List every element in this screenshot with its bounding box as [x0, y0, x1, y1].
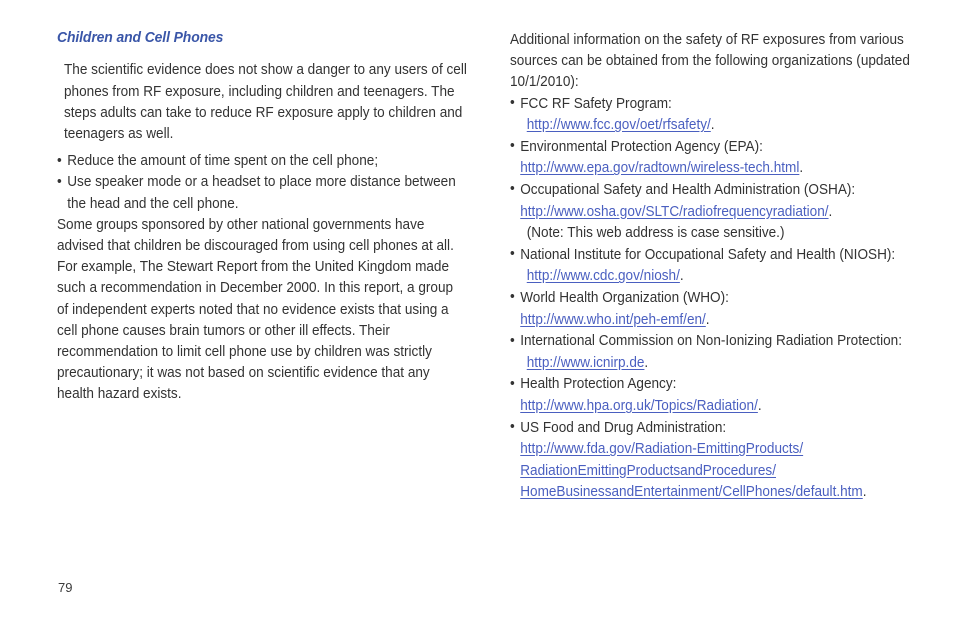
organization-link[interactable]: http://www.fda.gov/Radiation-EmittingPro… [520, 441, 803, 457]
document-page: Children and Cell Phones The scientific … [0, 0, 954, 636]
organization-name: National Institute for Occupational Safe… [520, 246, 896, 263]
list-item: Use speaker mode or a headset to place m… [57, 172, 477, 214]
sentence-period: . [679, 268, 684, 285]
sentence-period: . [799, 160, 804, 177]
organization-link[interactable]: http://www.cdc.gov/niosh/ [527, 268, 680, 284]
list-item: US Food and Drug Administration: http://w… [510, 417, 925, 504]
organization-link[interactable]: RadiationEmittingProductsandProcedures/ [520, 463, 776, 479]
organization-link[interactable]: http://www.epa.gov/radtown/wireless-tech… [520, 160, 799, 176]
list-item: National Institute for Occupational Safe… [510, 244, 925, 288]
organization-name: Health Protection Agency: [520, 376, 677, 393]
sentence-period: . [705, 311, 710, 328]
url-line: http://www.epa.gov/radtown/wireless-tech… [520, 158, 925, 180]
list-item: Reduce the amount of time spent on the c… [57, 151, 477, 172]
organizations-list: FCC RF Safety Program: http://www.fcc.gov… [510, 93, 915, 504]
organization-name: Environmental Protection Agency (EPA): [520, 138, 763, 155]
sentence-period: . [710, 117, 715, 134]
url-line: http://www.cdc.gov/niosh/. [520, 266, 925, 288]
sentence-period: . [862, 484, 867, 501]
url-line: http://www.fcc.gov/oet/rfsafety/. [520, 115, 925, 137]
section-heading-children-and-cell-phones: Children and Cell Phones [57, 30, 224, 46]
page-number: 79 [58, 580, 73, 595]
sentence-period: . [644, 354, 649, 371]
url-line: http://www.hpa.org.uk/Topics/Radiation/. [520, 396, 925, 418]
list-item: Environmental Protection Agency (EPA): ht… [510, 136, 925, 180]
organization-link[interactable]: http://www.who.int/peh-emf/en/ [520, 312, 706, 328]
sentence-period: . [757, 397, 762, 414]
organization-name: World Health Organization (WHO): [520, 289, 729, 306]
list-item: Occupational Safety and Health Administr… [510, 179, 925, 245]
organization-link[interactable]: http://www.osha.gov/SLTC/radiofrequencyr… [520, 204, 828, 220]
safety-tips-list: Reduce the amount of time spent on the c… [57, 151, 467, 215]
organization-name: FCC RF Safety Program: [520, 95, 672, 112]
organization-name: US Food and Drug Administration: [520, 419, 727, 436]
list-item: International Commission on Non-Ionizing… [510, 331, 925, 374]
url-line: RadiationEmittingProductsandProcedures/ [520, 461, 925, 483]
organization-link[interactable]: HomeBusinessandEntertainment/CellPhones/… [520, 484, 863, 500]
organization-link[interactable]: http://www.hpa.org.uk/Topics/Radiation/ [520, 398, 758, 414]
list-item: World Health Organization (WHO): http://w… [510, 287, 925, 332]
paragraph-scientific-evidence: The scientific evidence does not show a … [64, 62, 467, 142]
left-column: Children and Cell Phones The scientific … [57, 30, 467, 417]
sentence-period: . [828, 203, 833, 220]
organization-name: Occupational Safety and Health Administr… [520, 181, 856, 198]
organization-link[interactable]: http://www.fcc.gov/oet/rfsafety/ [527, 117, 711, 133]
list-item: FCC RF Safety Program: http://www.fcc.gov… [510, 93, 925, 137]
url-line: http://www.osha.gov/SLTC/radiofrequencyr… [520, 202, 925, 224]
organization-name: International Commission on Non-Ionizing… [520, 333, 902, 350]
organization-note: (Note: This web address is case sensitiv… [526, 225, 785, 242]
url-line: HomeBusinessandEntertainment/CellPhones/… [520, 482, 925, 504]
paragraph-additional-information: Additional information on the safety of … [510, 32, 910, 91]
list-item: Health Protection Agency: http://www.hpa.… [510, 374, 925, 417]
url-line: http://www.icnirp.de. [520, 353, 925, 375]
url-line: http://www.fda.gov/Radiation-EmittingPro… [520, 439, 925, 461]
paragraph-other-national-governments: Some groups sponsored by other national … [57, 216, 454, 403]
organization-link[interactable]: http://www.icnirp.de [527, 355, 645, 371]
url-line: http://www.who.int/peh-emf/en/. [520, 310, 925, 332]
right-column: Additional information on the safety of … [510, 30, 915, 504]
